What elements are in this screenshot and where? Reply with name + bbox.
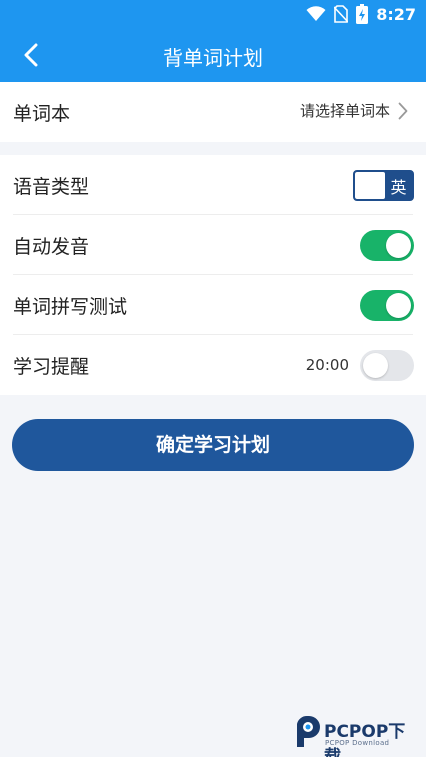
spelling-test-row: 单词拼写测试 — [0, 275, 426, 335]
switch-knob — [386, 293, 411, 318]
study-reminder-row: 学习提醒 20:00 — [0, 335, 426, 395]
pcpop-watermark: PCPOP下载 PCPOP Download — [294, 715, 422, 757]
voice-type-row: 语音类型 英 — [0, 155, 426, 215]
status-time: 8:27 — [376, 4, 416, 24]
nav-bar: 背单词计划 — [0, 28, 426, 82]
spelling-test-label: 单词拼写测试 — [13, 296, 128, 318]
confirm-plan-button[interactable]: 确定学习计划 — [12, 419, 414, 471]
study-reminder-switch[interactable] — [360, 350, 414, 381]
auto-pronounce-switch[interactable] — [360, 230, 414, 261]
app-header: 8:27 背单词计划 — [0, 0, 426, 82]
status-bar: 8:27 — [0, 0, 426, 28]
spelling-test-switch[interactable] — [360, 290, 414, 321]
voice-type-knob — [355, 172, 385, 199]
wordbook-section: 单词本 请选择单词本 — [0, 82, 426, 142]
reminder-time[interactable]: 20:00 — [306, 356, 349, 374]
no-sim-icon — [334, 5, 349, 23]
watermark-subtext: PCPOP Download — [325, 739, 390, 747]
pcpop-logo-icon — [297, 715, 320, 747]
wordbook-label: 单词本 — [13, 103, 71, 125]
chevron-right-icon — [398, 102, 408, 119]
voice-type-value: 英 — [390, 177, 407, 197]
page-title: 背单词计划 — [163, 46, 263, 70]
wifi-icon — [306, 6, 326, 21]
wordbook-value: 请选择单词本 — [299, 102, 390, 120]
wordbook-row[interactable]: 单词本 请选择单词本 — [0, 82, 426, 142]
switch-knob — [386, 233, 411, 258]
voice-type-label: 语音类型 — [13, 176, 90, 198]
wordbook-selector[interactable]: 请选择单词本 — [300, 100, 408, 121]
auto-pronounce-label: 自动发音 — [13, 236, 90, 258]
switch-knob — [363, 353, 388, 378]
study-reminder-label: 学习提醒 — [13, 356, 90, 378]
watermark-text: PCPOP下载 — [324, 722, 406, 757]
battery-charging-icon — [356, 4, 369, 24]
status-icons: 8:27 — [306, 3, 416, 25]
auto-pronounce-row: 自动发音 — [0, 215, 426, 275]
voice-type-toggle[interactable]: 英 — [353, 170, 414, 201]
settings-section: 语音类型 英 自动发音 单词拼写测试 学习提醒 20:00 — [0, 155, 426, 395]
